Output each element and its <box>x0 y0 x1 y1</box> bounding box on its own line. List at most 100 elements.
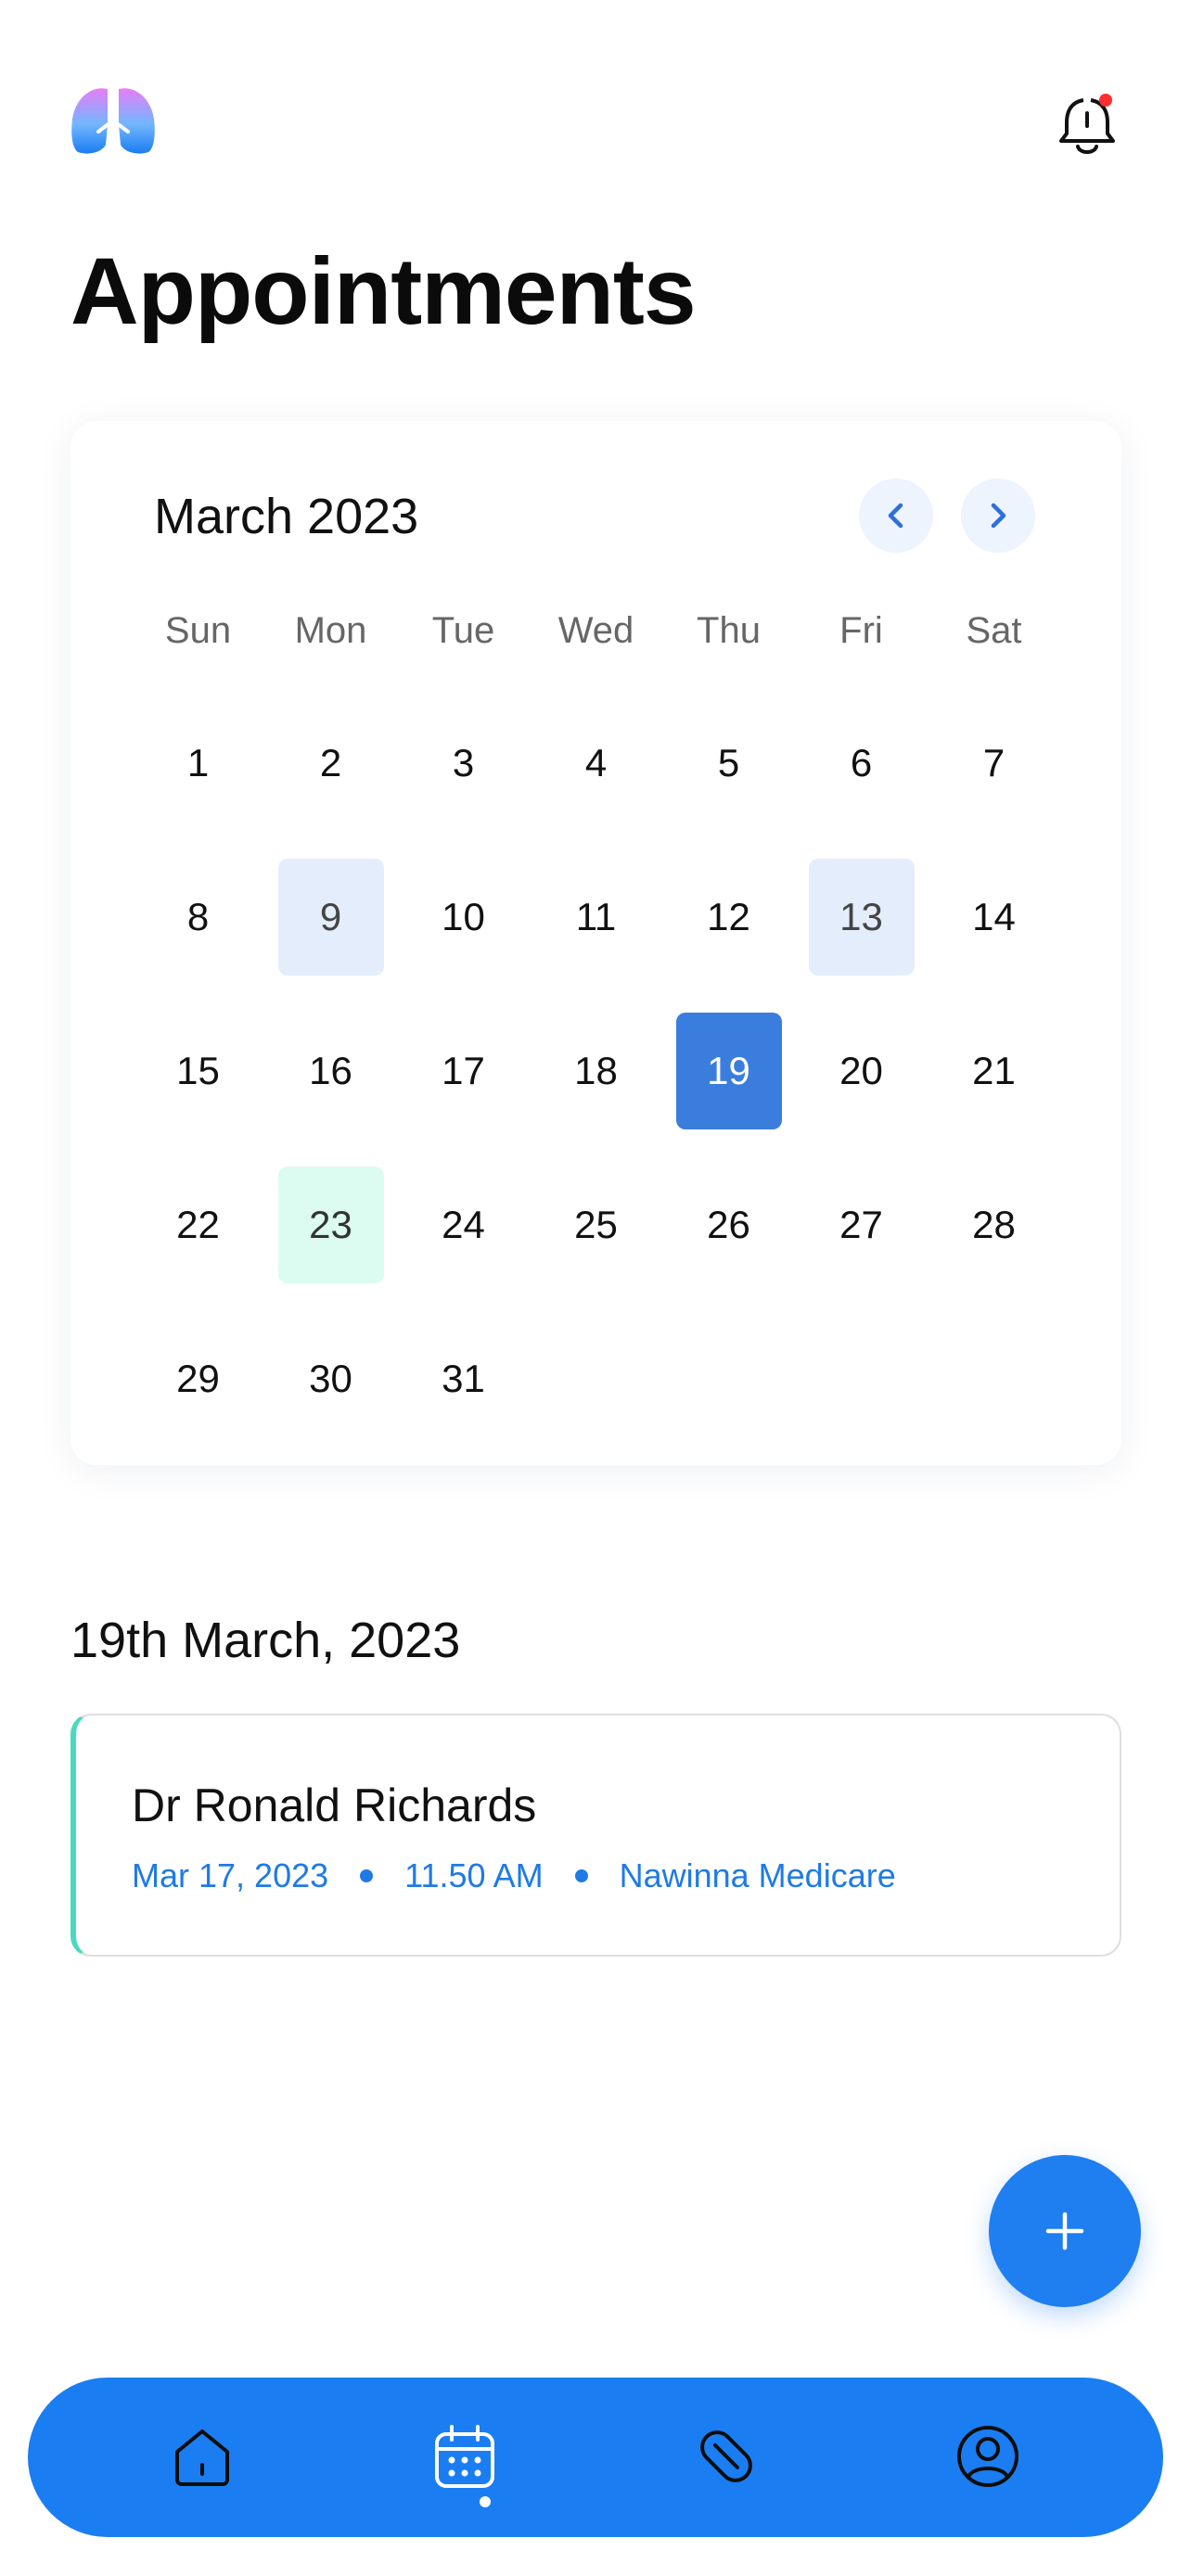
calendar-day-8[interactable]: 8 <box>132 840 264 994</box>
calendar-day-number: 10 <box>442 895 485 938</box>
calendar-day-10[interactable]: 10 <box>397 840 530 994</box>
home-icon <box>175 2429 229 2486</box>
bottom-navigation <box>28 2378 1163 2537</box>
calendar-day-26[interactable]: 26 <box>662 1148 795 1302</box>
nav-home[interactable] <box>160 2415 244 2498</box>
calendar-day-number: 24 <box>442 1203 485 1246</box>
calendar-day-number: 8 <box>186 895 210 938</box>
calendar-day-number: 16 <box>309 1049 352 1092</box>
calendar-day-25[interactable]: 25 <box>530 1148 662 1302</box>
calendar-icon <box>435 2425 494 2488</box>
appointment-time: 11.50 AM <box>404 1856 544 1894</box>
calendar-day-27[interactable]: 27 <box>795 1148 928 1302</box>
calendar-day-19[interactable]: 19 <box>662 994 795 1148</box>
separator-dot <box>360 1869 374 1882</box>
calendar-day-2[interactable]: 2 <box>264 686 397 840</box>
calendar-day-number: 28 <box>972 1203 1016 1246</box>
calendar-day-number: 19 <box>675 1013 782 1129</box>
calendar-weekday-row: Sun Mon Tue Wed Thu Fri Sat <box>132 610 1060 652</box>
next-month-button[interactable] <box>961 478 1035 553</box>
calendar-day-21[interactable]: 21 <box>928 994 1060 1148</box>
calendar-day-28[interactable]: 28 <box>928 1148 1060 1302</box>
calendar-day-number: 13 <box>808 859 915 976</box>
separator-dot <box>574 1869 588 1882</box>
chevron-right-icon <box>991 503 1006 529</box>
calendar-day-number: 1 <box>186 741 210 784</box>
calendar-day-16[interactable]: 16 <box>264 994 397 1148</box>
user-circle-icon <box>957 2426 1018 2487</box>
weekday-label: Fri <box>839 610 883 651</box>
calendar-day-23[interactable]: 23 <box>264 1148 397 1302</box>
nav-calendar[interactable] <box>423 2415 506 2498</box>
weekday-label: Wed <box>557 610 634 651</box>
calendar-day-14[interactable]: 14 <box>928 840 1060 994</box>
appointment-date: Mar 17, 2023 <box>132 1856 329 1894</box>
calendar-day-5[interactable]: 5 <box>662 686 795 840</box>
weekday-label: Sun <box>164 610 232 651</box>
active-tab-indicator <box>480 2496 491 2507</box>
previous-month-button[interactable] <box>859 478 933 553</box>
appointment-location: Nawinna Medicare <box>619 1856 896 1894</box>
calendar-day-number: 12 <box>707 895 750 938</box>
calendar-day-12[interactable]: 12 <box>662 840 795 994</box>
calendar-day-number: 31 <box>442 1357 485 1400</box>
appointment-details: Mar 17, 2023 11.50 AM Nawinna Medicare <box>132 1856 896 1895</box>
calendar-day-number: 20 <box>839 1049 883 1092</box>
calendar-day-number: 2 <box>319 741 342 784</box>
bell-icon <box>1059 94 1115 154</box>
calendar-day-number: 11 <box>575 895 617 938</box>
selected-date-heading: 19th March, 2023 <box>70 1613 461 1668</box>
calendar-day-number: 6 <box>850 741 873 784</box>
calendar-day-grid: 1 2 3 4 5 6 7 8 9 10 11 12 13 14 15 16 17 18 19 20 21 22 23 24 2… <box>132 686 1060 1456</box>
calendar-day-13[interactable]: 13 <box>795 840 928 994</box>
weekday-label: Tue <box>431 610 495 651</box>
calendar-day-30[interactable]: 30 <box>264 1302 397 1456</box>
calendar-day-number: 26 <box>707 1203 750 1246</box>
calendar-day-number: 7 <box>982 741 1005 784</box>
calendar-day-15[interactable]: 15 <box>132 994 264 1148</box>
calendar-day-22[interactable]: 22 <box>132 1148 264 1302</box>
calendar-day-number: 23 <box>277 1167 384 1283</box>
calendar-day-number: 25 <box>574 1203 618 1246</box>
calendar-day-number: 5 <box>717 741 740 784</box>
lungs-icon <box>70 83 156 156</box>
calendar-day-24[interactable]: 24 <box>397 1148 530 1302</box>
nav-profile[interactable] <box>946 2415 1030 2498</box>
calendar-day-number: 22 <box>176 1203 220 1246</box>
calendar-day-number: 3 <box>452 741 475 784</box>
calendar-day-number: 27 <box>839 1203 883 1246</box>
calendar-day-number: 18 <box>574 1049 618 1092</box>
weekday-label: Thu <box>697 610 761 651</box>
calendar-day-number: 29 <box>176 1357 220 1400</box>
calendar-day-6[interactable]: 6 <box>795 686 928 840</box>
calendar-day-9[interactable]: 9 <box>264 840 397 994</box>
notification-bell-button[interactable] <box>1056 91 1119 158</box>
weekday-label: Mon <box>294 610 367 651</box>
calendar-day-number: 21 <box>972 1049 1016 1092</box>
weekday-label: Sat <box>966 610 1022 651</box>
calendar-day-18[interactable]: 18 <box>530 994 662 1148</box>
pill-icon <box>700 2430 752 2482</box>
calendar-day-3[interactable]: 3 <box>397 686 530 840</box>
calendar-day-11[interactable]: 11 <box>530 840 662 994</box>
chevron-left-icon <box>888 503 903 529</box>
calendar-day-number: 9 <box>277 859 384 976</box>
calendar-day-number: 30 <box>309 1357 352 1400</box>
calendar-day-29[interactable]: 29 <box>132 1302 264 1456</box>
calendar-day-7[interactable]: 7 <box>928 686 1060 840</box>
page-title: Appointments <box>70 238 697 344</box>
add-appointment-button[interactable] <box>989 2155 1141 2307</box>
calendar-day-31[interactable]: 31 <box>397 1302 530 1456</box>
calendar-month-label: March 2023 <box>154 489 419 544</box>
calendar-day-number: 4 <box>584 741 608 784</box>
appointment-card[interactable]: Dr Ronald Richards Mar 17, 2023 11.50 AM… <box>70 1714 1121 1957</box>
nav-medicine[interactable] <box>685 2415 768 2498</box>
calendar-day-1[interactable]: 1 <box>132 686 264 840</box>
calendar: March 2023 Sun Mon Tue Wed Thu Fri Sat 1234567… <box>70 421 1121 1465</box>
calendar-day-17[interactable]: 17 <box>397 994 530 1148</box>
doctor-name: Dr Ronald Richards <box>132 1779 537 1831</box>
calendar-day-20[interactable]: 20 <box>795 994 928 1148</box>
calendar-day-4[interactable]: 4 <box>530 686 662 840</box>
calendar-day-number: 15 <box>176 1049 220 1092</box>
notification-badge <box>1099 94 1112 107</box>
